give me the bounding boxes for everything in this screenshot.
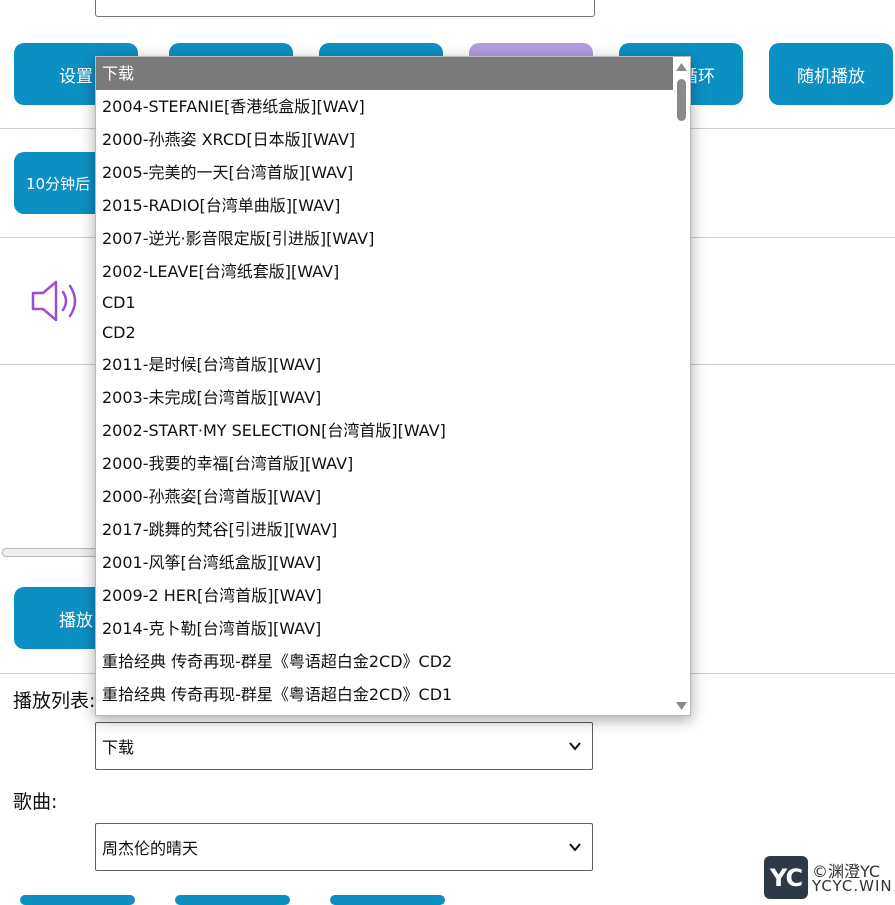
scroll-down-icon[interactable] xyxy=(675,700,688,712)
shuffle-button-label: 随机播放 xyxy=(797,66,865,87)
shuffle-button[interactable]: 随机播放 xyxy=(769,43,893,105)
playlist-option[interactable]: 2003-未完成[台湾首版][WAV] xyxy=(96,381,674,414)
playlist-option[interactable]: 2000-孙燕姿[台湾首版][WAV] xyxy=(96,480,674,513)
playlist-option[interactable]: 2001-风筝[台湾纸盒版][WAV] xyxy=(96,546,674,579)
playlist-option[interactable]: 2004-STEFANIE[香港纸盒版][WAV] xyxy=(96,90,674,123)
playlist-option[interactable]: 2007-逆光·影音限定版[引进版][WAV] xyxy=(96,222,674,255)
song-label: 歌曲: xyxy=(13,791,58,813)
playlist-option[interactable]: 2002-START·MY SELECTION[台湾首版][WAV] xyxy=(96,414,674,447)
playlist-options: 下载 2004-STEFANIE[香港纸盒版][WAV] 2000-孙燕姿 XR… xyxy=(96,57,674,711)
playlist-option[interactable]: 下载 xyxy=(96,57,674,90)
playlist-select[interactable]: 下载 xyxy=(95,722,593,770)
song-select-value: 周杰伦的晴天 xyxy=(102,839,199,858)
playlist-option[interactable]: 2000-孙燕姿 XRCD[日本版][WAV] xyxy=(96,123,674,156)
playlist-option[interactable]: 2017-跳舞的梵谷[引进版][WAV] xyxy=(96,513,674,546)
chevron-down-icon xyxy=(569,843,581,852)
playlist-label: 播放列表: xyxy=(13,690,96,712)
volume-icon[interactable] xyxy=(30,277,82,325)
progress-slider[interactable] xyxy=(2,548,104,557)
playlist-option[interactable]: 2000-我要的幸福[台湾首版][WAV] xyxy=(96,447,674,480)
settings-button-label: 设置 xyxy=(59,66,93,87)
dropdown-scrollbar[interactable] xyxy=(673,57,690,715)
chevron-down-icon xyxy=(569,742,581,751)
playlist-option[interactable]: CD2 xyxy=(96,318,674,348)
playlist-option[interactable]: 2009-2 HER[台湾首版][WAV] xyxy=(96,579,674,612)
sleep-timer-label: 10分钟后 xyxy=(26,174,91,193)
playlist-option[interactable]: 2011-是时候[台湾首版][WAV] xyxy=(96,348,674,381)
playlist-option[interactable]: 重拾经典 传奇再现-群星《粤语超白金2CD》CD2 xyxy=(96,645,674,678)
watermark: YC ©渊澄YC YCYC.WIN xyxy=(764,856,895,899)
playlist-option[interactable]: 2014-克卜勒[台湾首版][WAV] xyxy=(96,612,674,645)
playlist-select-value: 下载 xyxy=(102,738,135,757)
scroll-up-icon[interactable] xyxy=(675,61,688,73)
playlist-dropdown[interactable]: 下载 2004-STEFANIE[香港纸盒版][WAV] 2000-孙燕姿 XR… xyxy=(95,56,691,716)
play-button-label: 播放 xyxy=(59,610,93,631)
playlist-option[interactable]: 2005-完美的一天[台湾首版][WAV] xyxy=(96,156,674,189)
watermark-line2: YCYC.WIN xyxy=(812,877,893,895)
playlist-option[interactable]: 2015-RADIO[台湾单曲版][WAV] xyxy=(96,189,674,222)
scrollbar-thumb[interactable] xyxy=(677,79,686,121)
top-input-field[interactable] xyxy=(95,0,595,17)
playlist-option[interactable]: 重拾经典 传奇再现-群星《粤语超白金2CD》CD1 xyxy=(96,678,674,711)
bottom-button[interactable] xyxy=(20,895,135,905)
playlist-option[interactable]: CD1 xyxy=(96,288,674,318)
bottom-button[interactable] xyxy=(175,895,290,905)
song-select[interactable]: 周杰伦的晴天 xyxy=(95,823,593,871)
watermark-logo: YC xyxy=(764,856,808,899)
playlist-option[interactable]: 2002-LEAVE[台湾纸套版][WAV] xyxy=(96,255,674,288)
bottom-button[interactable] xyxy=(330,895,445,905)
